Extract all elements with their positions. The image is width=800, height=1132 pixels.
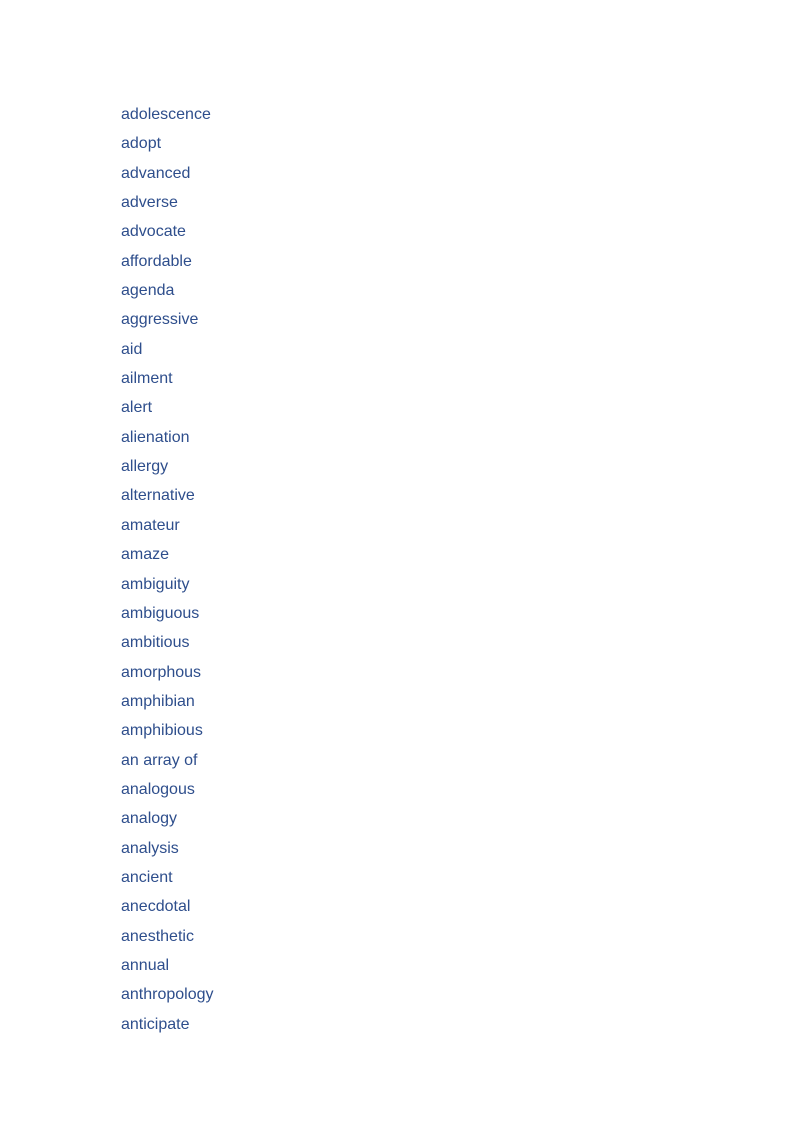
vocabulary-word: adverse	[121, 194, 178, 212]
vocabulary-word: ambiguous	[121, 604, 200, 622]
vocabulary-word: amorphous	[121, 663, 202, 681]
vocabulary-word: aggressive	[121, 311, 199, 329]
document-page: adolescence adopt advanced adverse advoc…	[0, 0, 800, 1132]
vocabulary-word: agenda	[121, 282, 175, 300]
vocabulary-word: amphibious	[121, 722, 203, 740]
vocabulary-word: amaze	[121, 546, 170, 564]
vocabulary-word: advocate	[121, 223, 186, 241]
vocabulary-word: an array of	[121, 751, 198, 769]
vocabulary-word: adopt	[121, 135, 162, 153]
vocabulary-word: amateur	[121, 516, 180, 534]
vocabulary-word: anesthetic	[121, 927, 194, 945]
vocabulary-word: analysis	[121, 839, 179, 857]
vocabulary-word: annual	[121, 956, 170, 974]
vocabulary-word: anticipate	[121, 1015, 190, 1033]
vocabulary-word: amphibian	[121, 692, 195, 710]
vocabulary-word: anecdotal	[121, 898, 191, 916]
vocabulary-word: alert	[121, 399, 153, 417]
vocabulary-word: advanced	[121, 164, 191, 182]
vocabulary-word: ancient	[121, 868, 173, 886]
vocabulary-word: alienation	[121, 428, 190, 446]
vocabulary-word: affordable	[121, 252, 192, 270]
vocabulary-word: allergy	[121, 458, 169, 476]
vocabulary-word: anthropology	[121, 986, 214, 1004]
vocabulary-word: analogous	[121, 780, 195, 798]
vocabulary-word: adolescence	[121, 106, 211, 123]
vocabulary-list: adolescence adopt advanced adverse advoc…	[121, 100, 214, 1039]
vocabulary-word: ambitious	[121, 634, 190, 652]
vocabulary-word: ambiguity	[121, 575, 190, 593]
vocabulary-word: alternative	[121, 487, 195, 505]
vocabulary-word: ailment	[121, 370, 173, 388]
vocabulary-word: analogy	[121, 810, 178, 828]
vocabulary-word: aid	[121, 340, 143, 358]
